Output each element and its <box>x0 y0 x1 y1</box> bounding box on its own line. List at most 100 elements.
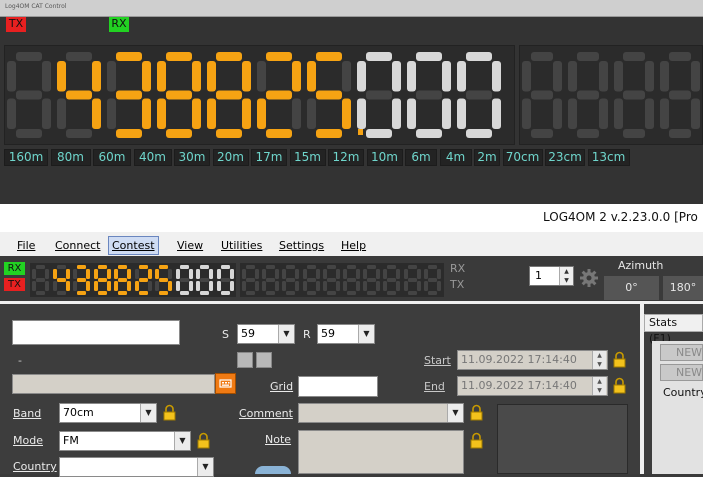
band-button-2m[interactable]: 2m <box>474 149 500 166</box>
seven-segment-digit <box>423 265 441 295</box>
chevron-down-icon[interactable]: ▼ <box>140 404 156 422</box>
toggle-square-1[interactable] <box>237 352 253 368</box>
tab-stats[interactable]: Stats (F1) <box>644 314 703 345</box>
band-button-30m[interactable]: 30m <box>174 149 210 166</box>
seven-segment-digit <box>216 265 234 295</box>
spin-down-icon[interactable]: ▼ <box>560 276 573 285</box>
band-button-6m[interactable]: 6m <box>405 149 437 166</box>
start-lock-icon[interactable] <box>612 351 627 368</box>
radio-selector-stepper[interactable]: 1 ▲ ▼ <box>529 266 574 286</box>
end-time-input[interactable]: 11.09.2022 17:14:40 <box>457 376 608 396</box>
seven-segment-digit <box>57 52 101 138</box>
seven-segment-digit <box>107 52 151 138</box>
photo-panel <box>497 404 628 474</box>
comment-lock-icon[interactable] <box>469 404 484 421</box>
rst-sent-value: 59 <box>241 327 255 340</box>
band-select[interactable]: 70cm ▼ <box>59 403 157 423</box>
cat-window-titlebar[interactable]: Log4OM CAT Control <box>0 0 703 17</box>
radio-selector-spin[interactable]: ▲ ▼ <box>559 267 573 285</box>
mode-lock-icon[interactable] <box>196 432 211 449</box>
seven-segment-digit <box>257 52 301 138</box>
band-button-23cm[interactable]: 23cm <box>545 149 585 166</box>
seven-segment-digit <box>383 265 401 295</box>
chevron-down-icon[interactable]: ▼ <box>358 325 374 343</box>
menu-file[interactable]: File <box>14 236 38 255</box>
end-label: End <box>424 380 445 393</box>
band-button-40m[interactable]: 40m <box>133 149 172 166</box>
comment-label: Comment <box>239 407 293 420</box>
rst-received-select[interactable]: 59 ▼ <box>317 324 375 344</box>
note-textarea[interactable] <box>298 430 464 474</box>
start-time-spin[interactable]: ▲ ▼ <box>592 351 606 369</box>
globe-icon[interactable] <box>255 466 291 474</box>
seven-segment-digit <box>262 265 280 295</box>
band-value: 70cm <box>63 406 94 419</box>
qso-entry-form: - S 59 ▼ R 59 ▼ Start 11.09.2022 17:14:4… <box>0 304 640 477</box>
spin-up-icon[interactable]: ▲ <box>593 377 606 386</box>
band-label: Band <box>13 407 42 420</box>
chevron-down-icon[interactable]: ▼ <box>197 458 213 476</box>
menu-settings-label: Settings <box>279 239 325 252</box>
band-button-160m[interactable]: 160m <box>4 149 48 166</box>
spin-up-icon[interactable]: ▲ <box>560 267 573 276</box>
seven-segment-digit <box>357 52 401 138</box>
menu-help[interactable]: Help <box>338 236 369 255</box>
menu-file-label: File <box>17 239 36 252</box>
country-select[interactable]: ▼ <box>59 457 214 477</box>
menu-connect-label: Connect <box>55 239 101 252</box>
spin-down-icon[interactable]: ▼ <box>593 360 606 369</box>
band-lock-icon[interactable] <box>162 404 177 421</box>
azimuth-short-path[interactable]: 0° <box>604 276 659 300</box>
spin-up-icon[interactable]: ▲ <box>593 351 606 360</box>
mode-select[interactable]: FM ▼ <box>59 431 191 451</box>
seven-segment-digit <box>614 52 654 138</box>
menu-view[interactable]: View <box>174 236 206 255</box>
band-button-4m[interactable]: 4m <box>439 149 472 166</box>
azimuth-long-path[interactable]: 180° <box>663 276 703 300</box>
menu-utilities[interactable]: Utilities <box>218 236 265 255</box>
mini-vfo-a-digits <box>30 263 236 297</box>
chevron-down-icon[interactable]: ▼ <box>174 432 190 450</box>
vfo-b-frequency-display[interactable] <box>519 45 703 145</box>
end-lock-icon[interactable] <box>612 377 627 394</box>
band-button-17m[interactable]: 17m <box>251 149 287 166</box>
band-button-10m[interactable]: 10m <box>366 149 403 166</box>
new-badge-2: NEW <box>660 364 703 381</box>
menu-connect[interactable]: Connect <box>52 236 103 255</box>
seven-segment-digit <box>403 265 421 295</box>
band-button-70cm[interactable]: 70cm <box>502 149 543 166</box>
start-time-input[interactable]: 11.09.2022 17:14:40 <box>457 350 608 370</box>
end-time-spin[interactable]: ▲ ▼ <box>592 377 606 395</box>
band-button-15m[interactable]: 15m <box>289 149 326 166</box>
band-button-20m[interactable]: 20m <box>212 149 249 166</box>
country-info-field <box>12 374 215 394</box>
seven-segment-digit <box>322 265 340 295</box>
mode-label: Mode <box>13 434 43 447</box>
dash-label: - <box>18 354 22 367</box>
band-button-12m[interactable]: 12m <box>328 149 364 166</box>
azimuth-label: Azimuth <box>618 259 664 272</box>
vfo-a-frequency-display[interactable] <box>4 45 515 145</box>
spin-down-icon[interactable]: ▼ <box>593 386 606 395</box>
grid-input[interactable] <box>298 376 378 397</box>
band-button-80m[interactable]: 80m <box>50 149 91 166</box>
comment-select[interactable]: ▼ <box>298 403 464 423</box>
seven-segment-digit <box>134 265 152 295</box>
main-window-titlebar[interactable]: LOG4OM 2 v.2.23.0.0 [Pro <box>0 204 703 232</box>
seven-segment-digit <box>155 265 172 295</box>
callsign-input[interactable] <box>12 320 180 345</box>
toggle-square-2[interactable] <box>256 352 272 368</box>
rst-sent-select[interactable]: 59 ▼ <box>237 324 295 344</box>
cat-tx-indicator: TX <box>6 17 26 32</box>
qrz-lookup-button[interactable] <box>215 373 236 394</box>
band-button-13cm[interactable]: 13cm <box>587 149 630 166</box>
chevron-down-icon[interactable]: ▼ <box>278 325 294 343</box>
note-lock-icon[interactable] <box>469 432 484 449</box>
menu-settings[interactable]: Settings <box>276 236 327 255</box>
radio-selector-value: 1 <box>535 269 542 282</box>
menu-contest[interactable]: Contest <box>108 236 159 255</box>
chevron-down-icon[interactable]: ▼ <box>447 404 463 422</box>
band-button-60m[interactable]: 60m <box>93 149 131 166</box>
grid-label: Grid <box>270 380 294 393</box>
gear-icon[interactable] <box>579 268 599 288</box>
